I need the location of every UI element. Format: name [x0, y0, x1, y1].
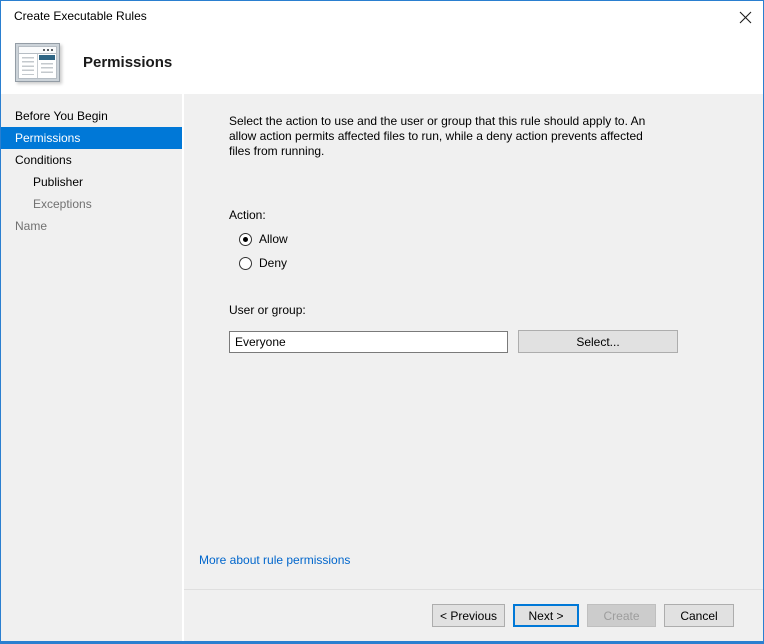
radio-option-deny[interactable]: Deny	[239, 256, 733, 270]
create-button[interactable]: Create	[587, 604, 656, 627]
radio-allow-label: Allow	[259, 232, 288, 246]
sidebar-item-conditions[interactable]: Conditions	[1, 149, 182, 171]
wizard-steps-sidebar: Before You Begin Permissions Conditions …	[1, 94, 184, 641]
more-about-rule-permissions-link[interactable]: More about rule permissions	[199, 553, 350, 567]
select-button[interactable]: Select...	[518, 330, 678, 353]
sidebar-item-before-you-begin[interactable]: Before You Begin	[1, 105, 182, 127]
radio-allow-control[interactable]	[239, 232, 252, 246]
sidebar-item-name: Name	[15, 219, 48, 233]
radio-deny-control[interactable]	[239, 256, 252, 270]
user-group-label: User or group:	[229, 303, 306, 317]
page-description: Select the action to use and the user or…	[229, 114, 646, 158]
previous-button[interactable]: < Previous	[432, 604, 505, 627]
wizard-button-bar: < Previous Next > Create Cancel	[184, 589, 763, 641]
wizard-page-content: Select the action to use and the user or…	[184, 94, 763, 589]
close-button[interactable]	[736, 8, 754, 26]
sidebar-item-exceptions: Exceptions	[33, 197, 92, 211]
close-icon	[739, 11, 752, 24]
cancel-button[interactable]: Cancel	[664, 604, 734, 627]
page-title: Permissions	[83, 54, 173, 71]
next-button[interactable]: Next >	[513, 604, 579, 627]
radio-option-allow[interactable]: Allow	[239, 232, 733, 246]
radio-deny-label: Deny	[259, 256, 288, 270]
action-label: Action:	[229, 208, 266, 222]
create-executable-rules-wizard: Create Executable Rules Permissions Befo…	[0, 0, 764, 644]
user-group-input[interactable]	[229, 330, 508, 353]
window-title: Create Executable Rules	[14, 9, 147, 23]
titlebar: Create Executable Rules	[1, 1, 763, 31]
sidebar-item-publisher[interactable]: Publisher	[1, 171, 182, 193]
sidebar-item-permissions[interactable]: Permissions	[1, 127, 182, 149]
wizard-header: Permissions	[1, 31, 763, 94]
wizard-window-icon	[15, 43, 60, 82]
